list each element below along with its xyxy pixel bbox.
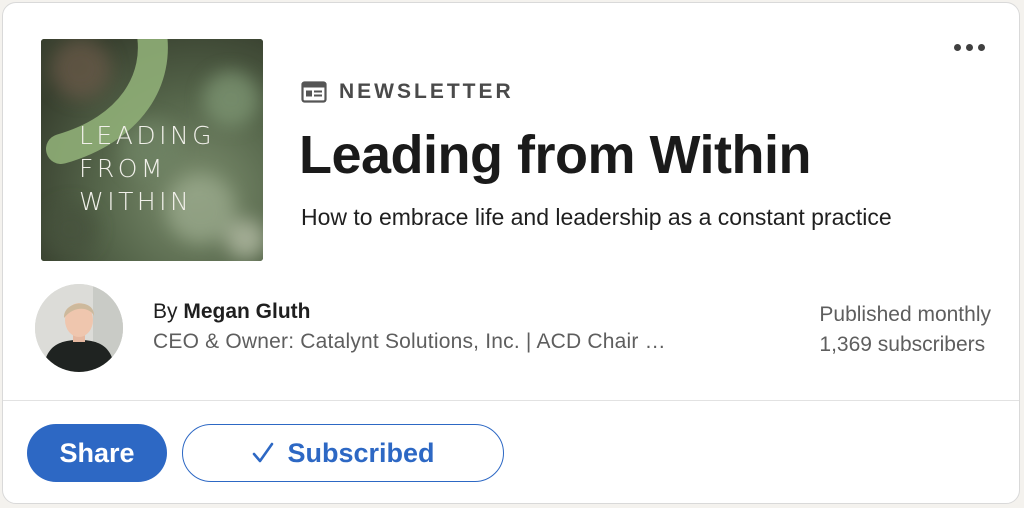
more-options-icon: [953, 43, 961, 51]
subscribed-button-label: Subscribed: [287, 437, 435, 468]
more-options-button[interactable]: [947, 33, 991, 61]
share-button[interactable]: Share: [27, 424, 167, 482]
author-name[interactable]: Megan Gluth: [183, 300, 310, 323]
subscribed-button[interactable]: Subscribed: [182, 424, 504, 482]
newsletter-title[interactable]: Leading from Within: [299, 124, 811, 186]
subscriber-count: 1,369 subscribers: [819, 333, 986, 356]
newsletter-label: NEWSLETTER: [301, 80, 514, 104]
newsletter-label-text: NEWSLETTER: [339, 80, 514, 103]
newsletter-card: LEADING FROM WITHIN NEWSLETTER Leading f…: [2, 2, 1020, 504]
author-byline: By Megan Gluth: [153, 300, 311, 324]
checkmark-icon: [251, 441, 275, 465]
card-divider: [3, 400, 1019, 401]
cover-title: LEADING FROM WITHIN: [79, 121, 216, 216]
author-by-prefix: By: [153, 300, 184, 323]
newsletter-cover-image[interactable]: LEADING FROM WITHIN: [41, 39, 263, 261]
publish-frequency: Published monthly: [819, 303, 991, 326]
newsletter-description: How to embrace life and leadership as a …: [301, 204, 892, 230]
author-avatar[interactable]: [35, 284, 123, 372]
newsletter-meta: Published monthly 1,369 subscribers: [819, 300, 991, 360]
newsletter-icon: [301, 81, 327, 103]
author-headline: CEO & Owner: Catalynt Solutions, Inc. | …: [153, 330, 666, 353]
share-button-label: Share: [59, 437, 135, 468]
